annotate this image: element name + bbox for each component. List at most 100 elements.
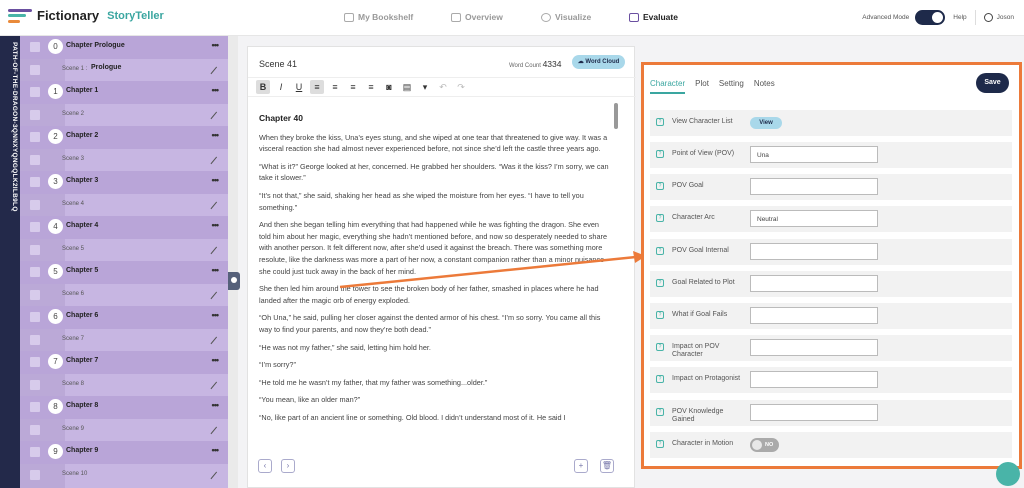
scene-row[interactable]: Scene 7 [20, 329, 228, 352]
help-icon[interactable]: ? [656, 311, 664, 319]
help-icon[interactable]: ? [656, 214, 664, 223]
scene-checkbox[interactable] [30, 154, 40, 165]
more-icon[interactable]: ••• [212, 400, 220, 410]
scene-checkbox[interactable] [30, 64, 40, 75]
edit-icon[interactable] [205, 377, 218, 389]
character-in-motion-toggle[interactable]: NO [750, 438, 779, 452]
scene-checkbox[interactable] [30, 109, 40, 120]
edit-icon[interactable] [205, 107, 218, 119]
advanced-mode-toggle[interactable] [915, 10, 946, 25]
help-icon[interactable]: ? [656, 118, 664, 126]
edit-icon[interactable] [205, 197, 218, 209]
chapter-row[interactable]: 3 Chapter 3 ••• [20, 171, 228, 194]
more-icon[interactable]: ••• [212, 355, 220, 365]
more-icon[interactable]: ••• [212, 445, 220, 455]
edit-icon[interactable] [205, 62, 218, 74]
nav-evaluate[interactable]: Evaluate [629, 12, 678, 22]
more-icon[interactable]: ••• [212, 40, 220, 50]
chapter-checkbox[interactable] [30, 357, 40, 367]
next-scene-button[interactable]: › [281, 459, 295, 473]
tab-setting[interactable]: Setting [719, 79, 744, 94]
scene-checkbox[interactable] [30, 289, 40, 300]
more-icon[interactable]: ••• [212, 130, 220, 140]
chapter-row[interactable]: 2 Chapter 2 ••• [20, 126, 228, 149]
help-icon[interactable]: ? [656, 182, 664, 191]
help-icon[interactable]: ? [656, 246, 664, 255]
comment-icon[interactable]: ◙ [382, 80, 396, 94]
chapter-checkbox[interactable] [30, 267, 40, 277]
help-icon[interactable]: ? [656, 278, 664, 287]
scene-row[interactable]: Scene 5 [20, 239, 228, 262]
chapter-checkbox[interactable] [30, 312, 40, 322]
chapter-checkbox[interactable] [30, 402, 40, 412]
chapter-row[interactable]: 0 Chapter Prologue ••• [20, 36, 228, 59]
help-icon[interactable]: ? [656, 375, 664, 384]
undo-icon[interactable]: ↶ [436, 80, 450, 94]
scene-row[interactable]: Scene 4 [20, 194, 228, 217]
highlight-icon[interactable]: ▤ [400, 80, 414, 94]
field-input[interactable] [750, 307, 878, 324]
more-icon[interactable]: ••• [212, 175, 220, 185]
collapse-sidebar-button[interactable] [228, 272, 240, 290]
previous-scene-button[interactable]: ‹ [258, 459, 272, 473]
field-input[interactable] [750, 178, 878, 196]
field-input[interactable] [750, 371, 878, 389]
chapter-checkbox[interactable] [30, 447, 40, 457]
scene-checkbox[interactable] [30, 424, 40, 435]
scene-checkbox[interactable] [30, 199, 40, 210]
tab-character[interactable]: Character [650, 79, 686, 94]
scene-row[interactable]: Scene 9 [20, 419, 228, 442]
scene-row[interactable]: Scene 6 [20, 284, 228, 307]
help-icon[interactable]: ? [656, 407, 664, 416]
user-name[interactable]: Joson [997, 14, 1014, 21]
word-cloud-button[interactable]: ☁ Word Cloud [572, 55, 625, 69]
logo[interactable]: Fictionary StoryTeller [8, 8, 164, 23]
chapter-checkbox[interactable] [30, 132, 40, 142]
field-input[interactable] [750, 274, 878, 292]
add-scene-button[interactable]: + [574, 459, 588, 473]
scene-row[interactable]: Scene 8 [20, 374, 228, 397]
chapter-checkbox[interactable] [30, 177, 40, 187]
scene-row[interactable]: Scene 1 : Prologue [20, 59, 228, 82]
chapter-row[interactable]: 6 Chapter 6 ••• [20, 306, 228, 329]
chat-support-button[interactable] [996, 462, 1020, 486]
edit-icon[interactable] [205, 467, 218, 479]
scene-checkbox[interactable] [30, 379, 40, 390]
edit-icon[interactable] [205, 332, 218, 344]
editor-scrollbar[interactable] [614, 103, 618, 129]
field-input[interactable]: Una [750, 146, 878, 163]
scene-checkbox[interactable] [30, 334, 40, 345]
help-icon[interactable]: ? [656, 150, 664, 158]
chapter-row[interactable]: 9 Chapter 9 ••• [20, 441, 228, 464]
field-input[interactable] [750, 339, 878, 357]
tab-plot[interactable]: Plot [695, 79, 709, 94]
scene-checkbox[interactable] [30, 244, 40, 255]
chapter-checkbox[interactable] [30, 222, 40, 232]
bold-icon[interactable]: B [256, 80, 270, 94]
underline-icon[interactable]: U [292, 80, 306, 94]
edit-icon[interactable] [205, 422, 218, 434]
chevron-down-icon[interactable]: ▾ [418, 80, 432, 94]
scene-row[interactable]: Scene 3 [20, 149, 228, 172]
edit-icon[interactable] [205, 287, 218, 299]
more-icon[interactable]: ••• [212, 310, 220, 320]
align-right-icon[interactable]: ≡ [346, 80, 360, 94]
more-icon[interactable]: ••• [212, 265, 220, 275]
italic-icon[interactable]: I [274, 80, 288, 94]
nav-overview[interactable]: Overview [451, 12, 503, 22]
nav-visualize[interactable]: Visualize [541, 12, 591, 22]
save-button[interactable]: Save [976, 73, 1009, 93]
more-icon[interactable]: ••• [212, 220, 220, 230]
redo-icon[interactable]: ↷ [454, 80, 468, 94]
field-input[interactable] [750, 403, 878, 421]
edit-icon[interactable] [205, 242, 218, 254]
chapter-row[interactable]: 8 Chapter 8 ••• [20, 396, 228, 419]
chapter-row[interactable]: 5 Chapter 5 ••• [20, 261, 228, 284]
help-icon[interactable]: ? [656, 343, 664, 352]
nav-my-bookshelf[interactable]: My Bookshelf [344, 12, 413, 22]
more-icon[interactable]: ••• [212, 85, 220, 95]
field-input[interactable]: Neutral [750, 210, 878, 228]
edit-icon[interactable] [205, 152, 218, 164]
help-link[interactable]: Help [953, 14, 966, 21]
align-left-icon[interactable]: ≡ [310, 80, 324, 94]
